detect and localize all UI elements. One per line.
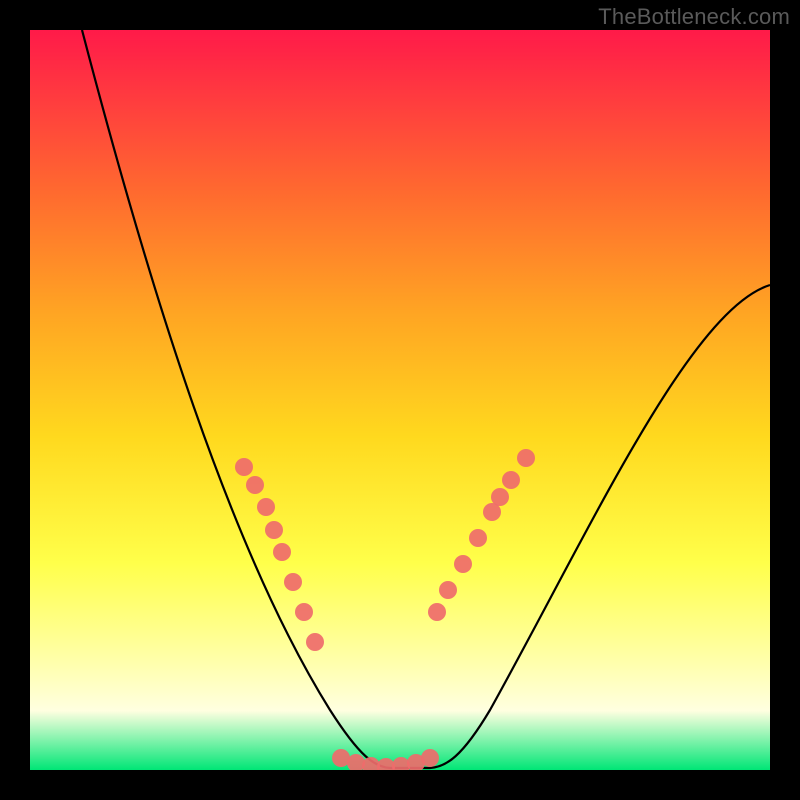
bottleneck-curve-svg xyxy=(30,30,770,770)
markers-bottom xyxy=(332,749,439,770)
watermark-text: TheBottleneck.com xyxy=(598,4,790,30)
markers-right xyxy=(428,449,535,621)
plot-area xyxy=(30,30,770,770)
chart-frame: TheBottleneck.com xyxy=(0,0,800,800)
bottleneck-curve xyxy=(82,30,770,768)
markers-left xyxy=(235,458,324,651)
